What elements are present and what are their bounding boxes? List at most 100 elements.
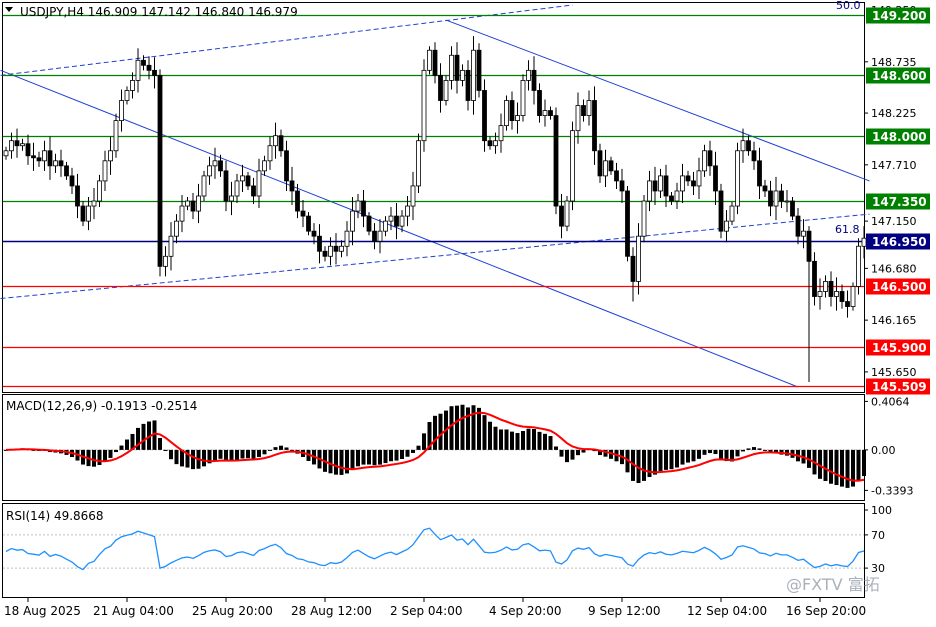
macd-bar (169, 449, 173, 460)
macd-bar (367, 449, 371, 465)
macd-bar (526, 428, 531, 450)
macd-bar (433, 415, 437, 450)
macd-bar (378, 449, 382, 465)
macd-bar (114, 449, 118, 453)
macd-tick-label: 0.4064 (871, 395, 910, 408)
macd-bar (554, 446, 558, 450)
macd-bar (158, 438, 162, 450)
candle (504, 95, 509, 131)
level-label: 146.500 (872, 280, 927, 294)
macd-bar (383, 449, 388, 464)
macd-bar (262, 449, 267, 455)
macd-bar (746, 448, 751, 450)
level-label: 147.350 (872, 195, 927, 209)
macd-bar (405, 449, 410, 457)
macd-bar (240, 449, 245, 459)
macd-bar (565, 449, 569, 463)
macd-bar (422, 433, 426, 450)
symbol-info: USDJPY,H4 146.909 147.142 146.840 146.97… (20, 5, 298, 19)
price-tick-label: 147.150 (871, 215, 917, 228)
macd-bar (482, 415, 487, 450)
macd-bar (125, 439, 129, 450)
macd-bar (224, 449, 228, 461)
candle (157, 69, 163, 277)
rsi-title: RSI(14) 49.8668 (6, 509, 104, 523)
candle (427, 46, 432, 75)
macd-bar (246, 449, 250, 459)
time-tick-label: 4 Sep 20:00 (489, 604, 561, 618)
price-tick-label: 148.225 (871, 107, 917, 120)
level-label: 146.950 (872, 235, 927, 249)
macd-bar (460, 404, 465, 450)
macd-bar (763, 449, 767, 451)
candle (421, 59, 427, 152)
macd-bar (328, 449, 333, 474)
macd-bar (708, 449, 712, 454)
macd-bar (697, 449, 701, 459)
macd-bar (488, 421, 492, 450)
macd-bar (570, 449, 575, 460)
macd-bar (119, 445, 124, 450)
macd-bar (284, 447, 289, 450)
macd-bar (268, 449, 272, 451)
candle (553, 107, 559, 215)
time-tick-label: 12 Sep 04:00 (687, 604, 767, 618)
macd-bar (251, 449, 256, 459)
macd-bar (218, 449, 223, 459)
rsi-tick-label: 30 (871, 562, 885, 575)
macd-bar (504, 429, 509, 450)
macd-bar (411, 449, 415, 453)
macd-bar (394, 449, 399, 461)
price-tick-label: 146.165 (871, 314, 917, 327)
level-label: 145.509 (872, 380, 927, 394)
time-tick-label: 18 Aug 2025 (4, 604, 81, 618)
macd-bar (675, 449, 679, 468)
macd-bar (581, 449, 586, 453)
macd-bar (856, 449, 861, 482)
macd-bar (702, 449, 707, 455)
macd-bar (741, 449, 745, 452)
macd-bar (499, 429, 503, 450)
macd-bar (686, 449, 690, 463)
macd-bar (350, 449, 355, 471)
time-tick-label: 25 Aug 20:00 (192, 604, 273, 618)
macd-bar (273, 447, 278, 450)
time-tick-label: 28 Aug 12:00 (291, 604, 372, 618)
macd-bar (235, 449, 239, 460)
macd-bar (669, 449, 674, 470)
macd-bar (416, 445, 421, 450)
macd-title: MACD(12,26,9) -0.1913 -0.2514 (6, 399, 197, 413)
rsi-tick-label: 100 (871, 504, 892, 517)
macd-bar (537, 431, 542, 450)
macd-bar (257, 449, 261, 457)
level-label: 149.200 (872, 9, 927, 23)
chart-canvas: 148.735 148.225 147.710 147.150 146.680 146.1… (0, 0, 936, 624)
macd-bar (559, 449, 564, 457)
macd-bar (658, 449, 663, 472)
macd-bar (455, 405, 459, 450)
macd-bar (141, 423, 146, 450)
candle (564, 195, 570, 232)
macd-bar (829, 449, 833, 484)
chart-window: 148.735 148.225 147.710 147.150 146.680 146.1… (0, 0, 936, 624)
macd-bar (680, 449, 685, 465)
price-tick-label: 148.735 (871, 56, 917, 69)
candle (641, 194, 647, 243)
candle (520, 74, 526, 122)
macd-bar (548, 436, 553, 450)
price-tick-label: 146.680 (871, 262, 917, 275)
level-label: 148.600 (872, 69, 927, 83)
macd-bar (845, 449, 850, 488)
price-tick-label: 147.710 (871, 159, 917, 172)
macd-bar (757, 448, 762, 450)
macd-bar (834, 449, 839, 486)
macd-bar (372, 449, 377, 466)
macd-bar (361, 449, 366, 465)
candle (482, 79, 487, 152)
macd-tick-label: -0.3393 (871, 484, 913, 497)
macd-bar (862, 449, 866, 477)
candle (850, 282, 856, 311)
macd-bar (493, 426, 498, 450)
candle (476, 43, 482, 98)
macd-bar (449, 406, 454, 450)
